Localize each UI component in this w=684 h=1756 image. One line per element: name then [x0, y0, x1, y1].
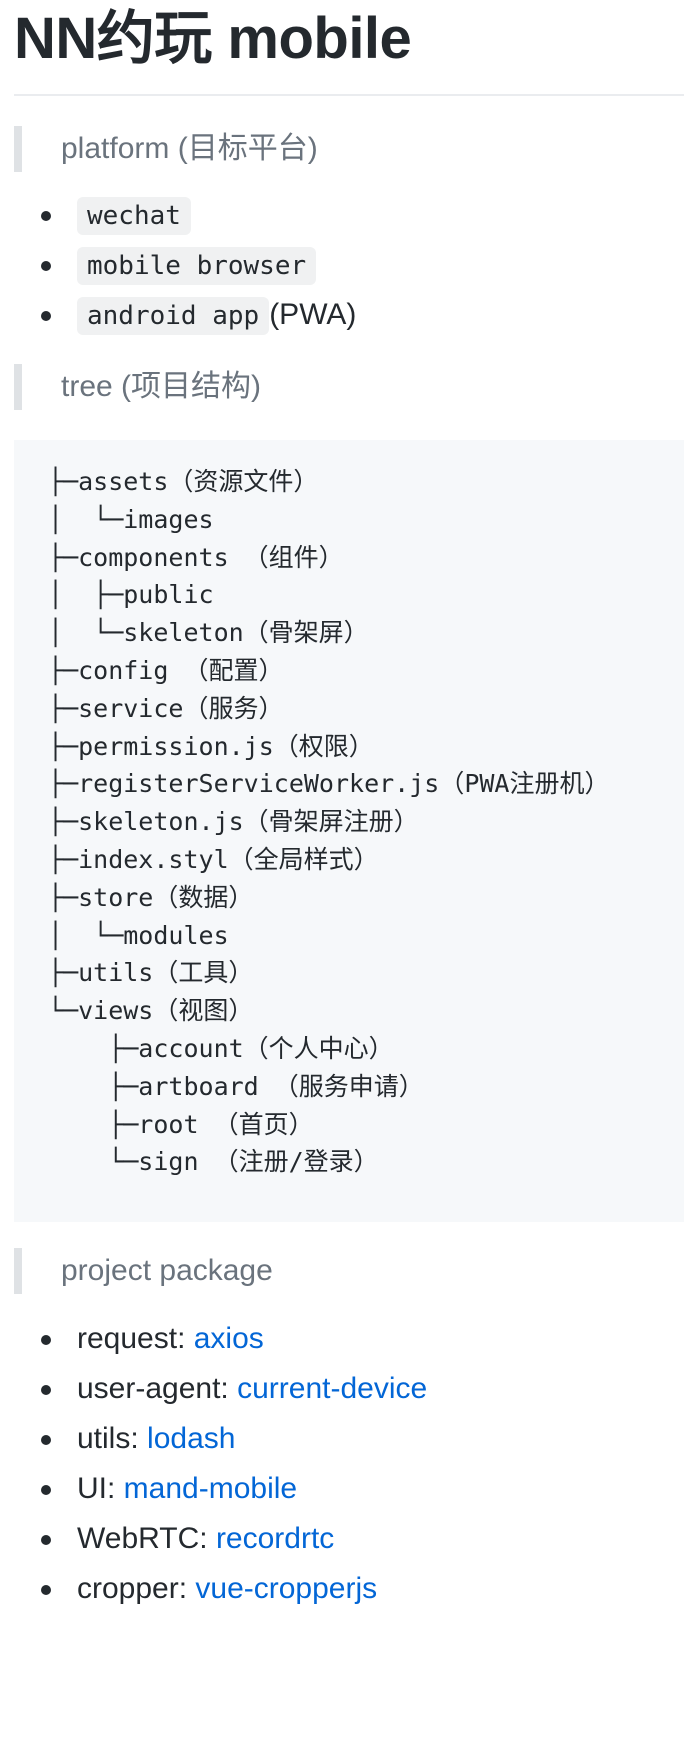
package-link-lodash[interactable]: lodash	[147, 1422, 235, 1455]
package-link-recordrtc[interactable]: recordrtc	[216, 1522, 334, 1555]
package-item: request: axios	[14, 1316, 684, 1366]
page-title: NN约玩 mobile	[14, 0, 684, 96]
bullet-icon	[41, 311, 51, 321]
package-label: utils:	[77, 1422, 148, 1455]
tree-line: └─sign （注册/登录）	[48, 1147, 379, 1177]
bullet-icon	[41, 1335, 51, 1345]
tree-line: └─views（视图）	[48, 996, 254, 1026]
package-label: user-agent:	[77, 1372, 238, 1405]
bullet-icon	[41, 1435, 51, 1445]
package-link-current-device[interactable]: current-device	[237, 1372, 427, 1405]
package-heading: project package	[14, 1248, 684, 1294]
tree-line: ├─registerServiceWorker.js（PWA注册机）	[48, 769, 610, 799]
bullet-icon	[41, 1385, 51, 1395]
package-label: cropper:	[77, 1572, 196, 1605]
platform-heading: platform (目标平台)	[14, 126, 684, 172]
package-heading-text: project package	[61, 1254, 273, 1287]
bullet-icon	[41, 1485, 51, 1495]
tree-line: ├─account（个人中心）	[48, 1033, 394, 1063]
package-link-vue-cropperjs[interactable]: vue-cropperjs	[195, 1572, 377, 1605]
platform-heading-text: platform (目标平台)	[61, 132, 318, 165]
platform-code: android app	[77, 297, 270, 335]
project-tree-code-block: ├─assets（资源文件） │ └─images ├─components （…	[14, 440, 684, 1222]
tree-line: ├─config （配置）	[48, 655, 284, 685]
tree-line: │ ├─public	[48, 580, 214, 610]
tree-heading-text: tree (项目结构)	[61, 370, 262, 403]
platform-list: wechat mobile browser android app (PWA)	[14, 192, 684, 342]
platform-item: android app (PWA)	[14, 292, 684, 342]
bullet-icon	[41, 1535, 51, 1545]
tree-line: ├─service（服务）	[48, 693, 284, 723]
platform-suffix: (PWA)	[269, 298, 357, 331]
bullet-icon	[41, 211, 51, 221]
tree-line: ├─components （组件）	[48, 542, 344, 572]
package-label: UI:	[77, 1472, 124, 1505]
package-item: cropper: vue-cropperjs	[14, 1566, 684, 1616]
package-link-axios[interactable]: axios	[194, 1322, 264, 1355]
tree-line: ├─permission.js（权限）	[48, 731, 374, 761]
package-item: utils: lodash	[14, 1416, 684, 1466]
tree-line: ├─root （首页）	[48, 1109, 314, 1139]
platform-code: wechat	[77, 197, 191, 235]
platform-item: wechat	[14, 192, 684, 242]
package-item: UI: mand-mobile	[14, 1466, 684, 1516]
package-label: WebRTC:	[77, 1522, 216, 1555]
tree-line: ├─utils（工具）	[48, 958, 254, 988]
tree-line: ├─artboard （服务申请）	[48, 1071, 424, 1101]
bullet-icon	[41, 261, 51, 271]
package-list: request: axios user-agent: current-devic…	[14, 1316, 684, 1616]
tree-line: ├─index.styl（全局样式）	[48, 844, 379, 874]
package-item: user-agent: current-device	[14, 1366, 684, 1416]
bullet-icon	[41, 1585, 51, 1595]
platform-code: mobile browser	[77, 247, 317, 285]
tree-line: │ └─skeleton（骨架屏）	[48, 618, 369, 648]
tree-line: ├─skeleton.js（骨架屏注册）	[48, 807, 419, 837]
package-item: WebRTC: recordrtc	[14, 1516, 684, 1566]
tree-line: ├─store（数据）	[48, 882, 254, 912]
tree-line: ├─assets（资源文件）	[48, 467, 319, 496]
readme-document: NN约玩 mobile platform (目标平台) wechat mobil…	[14, 0, 684, 1616]
package-label: request:	[77, 1322, 194, 1355]
tree-line: │ └─images	[48, 504, 214, 534]
platform-item: mobile browser	[14, 242, 684, 292]
tree-heading: tree (项目结构)	[14, 364, 684, 410]
package-link-mand-mobile[interactable]: mand-mobile	[124, 1472, 297, 1505]
tree-line: │ └─modules	[48, 920, 229, 950]
